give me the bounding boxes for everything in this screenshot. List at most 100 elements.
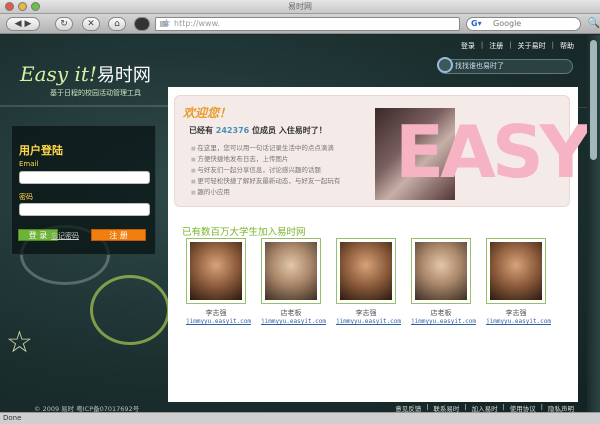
logo-english: Easy it!	[20, 62, 97, 86]
favicon-button[interactable]	[134, 17, 150, 31]
back-forward-buttons[interactable]: ◀ ▶	[6, 17, 40, 31]
easy-banner-text: EASY	[395, 110, 592, 194]
password-label: 密码	[19, 193, 33, 201]
member-name: 店老板	[430, 309, 452, 317]
logo-chinese: 易时网	[96, 65, 151, 86]
member-name: 李志强	[205, 309, 227, 317]
member-name: 李志强	[355, 309, 377, 317]
top-link-about[interactable]: 关于易时	[518, 41, 546, 51]
scrollbar-thumb[interactable]	[590, 40, 597, 160]
back-icon[interactable]: ◀	[15, 19, 22, 29]
member-count: 242376	[215, 126, 250, 135]
main-panel: 欢迎您！ 已经有 242376 位成员 入住易时了！ 在这里，您可以用一句话记录…	[168, 87, 592, 402]
feature-item: 趣的小应用	[191, 187, 340, 198]
top-link-login[interactable]: 登录	[461, 41, 475, 51]
feature-list: 在这里，您可以用一句话记录生活中的点点滴滴 方便快捷地发布日志，上传图片 与好友…	[191, 143, 340, 198]
separator: |	[502, 403, 505, 411]
members-section-title: 已有数百万大学生加入易时网	[182, 227, 306, 238]
bookmark-star-icon[interactable]: ☆	[162, 18, 456, 30]
top-link-register[interactable]: 注册	[489, 41, 503, 51]
count-prefix: 已经有	[189, 126, 213, 135]
window-title: 易时网	[288, 2, 312, 11]
easy-banner: EASY	[375, 104, 592, 204]
feature-item: 更可轻松快捷了解好友最新动态，与好友一起玩有	[191, 176, 340, 187]
feature-item: 在这里，您可以用一句话记录生活中的点点滴滴	[191, 143, 340, 154]
top-link-help[interactable]: 帮助	[560, 41, 574, 51]
member-link[interactable]: jimmyyu.easyit.com	[336, 318, 401, 325]
separator: |	[551, 41, 554, 49]
search-placeholder: Google	[493, 19, 522, 28]
footer-link-privacy[interactable]: 隐私声明	[548, 403, 574, 412]
footer-link-terms[interactable]: 使用协议	[510, 403, 536, 412]
home-icon: ⌂	[114, 19, 120, 29]
register-button[interactable]: 注 册	[91, 229, 146, 241]
welcome-box: 欢迎您！ 已经有 242376 位成员 入住易时了！ 在这里，您可以用一句话记录…	[174, 95, 592, 207]
member-card[interactable]: 店老板 jimmyyu.easyit.com	[411, 238, 476, 325]
members-list: 李志强 jimmyyu.easyit.com 店老板 jimmyyu.easyi…	[186, 238, 551, 325]
member-name: 店老板	[280, 309, 302, 317]
separator: |	[509, 41, 512, 49]
forgot-password-link[interactable]: 忘记密码	[51, 231, 79, 241]
member-photo-frame[interactable]	[411, 238, 471, 304]
footer-link-feedback[interactable]: 意见反馈	[395, 403, 421, 412]
member-photo-frame[interactable]	[186, 238, 246, 304]
magnifier-icon[interactable]	[437, 57, 453, 73]
footer-link-join[interactable]: 加入易时	[472, 403, 498, 412]
separator: |	[426, 403, 429, 411]
member-photo[interactable]	[190, 242, 242, 300]
member-card[interactable]: 店老板 jimmyyu.easyit.com	[261, 238, 326, 325]
google-icon[interactable]: G▾	[471, 19, 483, 29]
footer-links: 意见反馈 | 联系易时 | 加入易时 | 使用协议 | 隐私声明	[395, 403, 574, 412]
stop-button[interactable]: ✕	[82, 17, 100, 31]
find-placeholder: 找找谁也易时了	[455, 62, 504, 70]
member-photo[interactable]	[490, 242, 542, 300]
reload-icon: ↻	[60, 19, 68, 29]
star-icon: ☆	[6, 325, 33, 360]
footer: © 2009 易时 粤ICP备07017692号 意见反馈 | 联系易时 | 加入易…	[0, 401, 600, 412]
member-link[interactable]: jimmyyu.easyit.com	[261, 318, 326, 325]
member-photo[interactable]	[265, 242, 317, 300]
separator: |	[464, 403, 467, 411]
member-count-line: 已经有 242376 位成员 入住易时了！	[189, 125, 327, 136]
decorative-scribble	[90, 275, 170, 345]
member-photo[interactable]	[415, 242, 467, 300]
status-bar: Done	[0, 412, 600, 424]
member-card[interactable]: 李志强 jimmyyu.easyit.com	[186, 238, 251, 325]
search-icon[interactable]: 🔍	[588, 18, 600, 30]
address-bar[interactable]: http://www. ☆	[155, 17, 460, 31]
window-titlebar: 易时网	[0, 0, 600, 14]
member-name: 李志强	[505, 309, 527, 317]
top-links: 登录 | 注册 | 关于易时 | 帮助	[461, 41, 574, 51]
member-photo[interactable]	[340, 242, 392, 300]
member-link[interactable]: jimmyyu.easyit.com	[411, 318, 476, 325]
site-logo[interactable]: Easy it!易时网 基于日程的校园活动管理工具	[20, 61, 151, 98]
reload-button[interactable]: ↻	[55, 17, 73, 31]
member-photo-frame[interactable]	[261, 238, 321, 304]
feature-item: 方便快捷地发布日志，上传图片	[191, 154, 340, 165]
member-link[interactable]: jimmyyu.easyit.com	[186, 318, 251, 325]
status-text: Done	[3, 414, 22, 422]
browser-toolbar: ◀ ▶ ↻ ✕ ⌂ http://www. ☆ G▾ Google 🔍	[0, 14, 600, 34]
password-field[interactable]	[19, 203, 150, 216]
email-field[interactable]	[19, 171, 150, 184]
member-photo-frame[interactable]	[336, 238, 396, 304]
home-button[interactable]: ⌂	[108, 17, 126, 31]
footer-link-contact[interactable]: 联系易时	[433, 403, 459, 412]
member-photo-frame[interactable]	[486, 238, 546, 304]
member-link[interactable]: jimmyyu.easyit.com	[486, 318, 551, 325]
tagline: 基于日程的校园活动管理工具	[50, 89, 141, 97]
separator: |	[540, 403, 543, 411]
member-card[interactable]: 李志强 jimmyyu.easyit.com	[486, 238, 551, 325]
member-card[interactable]: 李志强 jimmyyu.easyit.com	[336, 238, 401, 325]
feature-item: 与好友们一起分享信息，讨论感兴趣的话题	[191, 165, 340, 176]
copyright: © 2009 易时 粤ICP备07017692号	[34, 405, 140, 412]
forward-icon[interactable]: ▶	[24, 19, 31, 29]
count-suffix: 位成员 入住易时了！	[252, 126, 327, 135]
stop-icon: ✕	[87, 19, 95, 29]
page-content: ☆ 登录 | 注册 | 关于易时 | 帮助 Easy it!易时网 基于日程的校园活动…	[0, 35, 600, 412]
find-people-input[interactable]: 找找谁也易时了	[437, 57, 573, 74]
login-title: 用户登陆	[19, 144, 63, 157]
separator: |	[480, 41, 484, 49]
welcome-greeting: 欢迎您！	[183, 106, 232, 120]
search-input[interactable]: G▾ Google 🔍	[466, 17, 600, 31]
